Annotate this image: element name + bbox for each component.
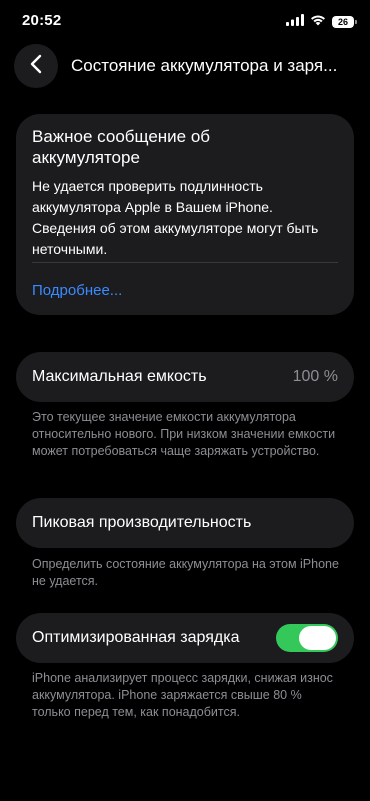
peak-performance-footnote: Определить состояние аккумулятора на это…	[32, 557, 339, 588]
important-message-card: Важное сообщение об аккумуляторе Не удае…	[16, 114, 354, 315]
optimized-charging-row: Оптимизированная зарядка	[16, 613, 354, 663]
optimized-charging-toggle[interactable]	[276, 624, 338, 652]
max-capacity-label: Максимальная емкость	[32, 368, 207, 385]
peak-performance-row: Пиковая производительность	[16, 498, 354, 548]
page-title: Состояние аккумулятора и заря...	[71, 56, 338, 75]
important-message-body: Не удается проверить подлинность аккумул…	[32, 178, 319, 257]
cellular-signal-icon	[286, 13, 304, 31]
peak-performance-label: Пиковая производительность	[32, 514, 252, 531]
chevron-left-icon	[29, 54, 43, 79]
learn-more-link[interactable]: Подробнее...	[32, 282, 122, 299]
max-capacity-row: Максимальная емкость 100 %	[16, 352, 354, 402]
status-bar: 20:52 26	[0, 0, 370, 44]
max-capacity-value: 100 %	[292, 368, 338, 385]
status-icons: 26	[286, 13, 357, 31]
important-message-title: Важное сообщение об аккумуляторе	[32, 127, 211, 167]
back-button[interactable]	[14, 44, 58, 88]
toggle-knob	[299, 626, 336, 650]
divider	[32, 262, 338, 263]
wifi-icon	[310, 13, 326, 31]
optimized-charging-footnote: iPhone анализирует процесс зарядки, сниж…	[32, 671, 333, 719]
battery-icon: 26	[332, 16, 357, 28]
optimized-charging-label: Оптимизированная зарядка	[32, 629, 240, 646]
status-time: 20:52	[22, 12, 62, 29]
max-capacity-footnote: Это текущее значение емкости аккумулятор…	[32, 410, 336, 458]
